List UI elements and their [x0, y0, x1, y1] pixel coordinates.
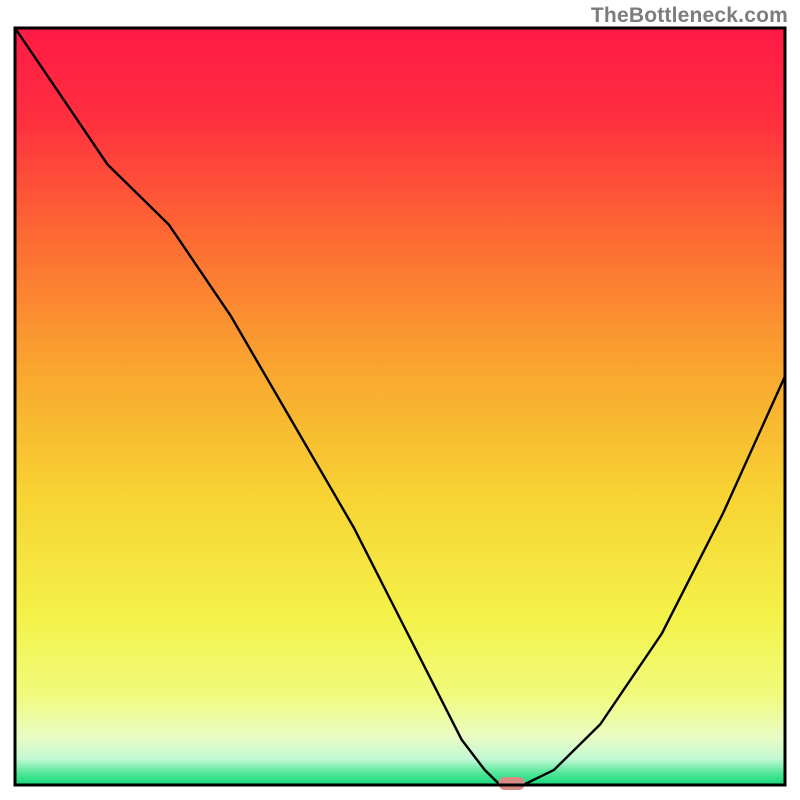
gradient-background — [15, 28, 785, 785]
chart-stage: TheBottleneck.com — [0, 0, 800, 800]
bottleneck-chart — [0, 0, 800, 800]
